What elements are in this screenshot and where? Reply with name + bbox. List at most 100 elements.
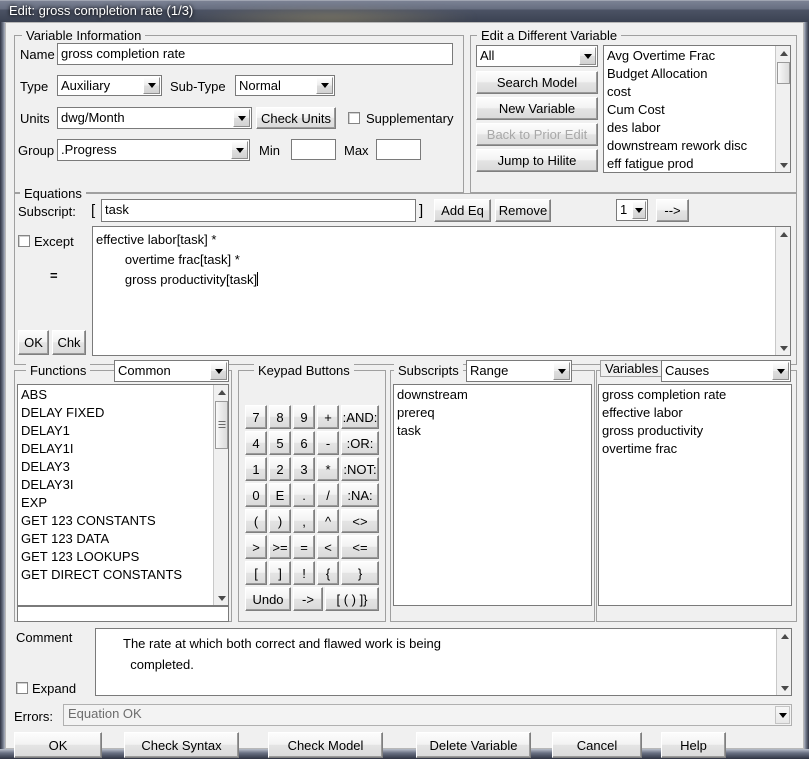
- keypad-key-divide[interactable]: /: [317, 483, 339, 507]
- keypad-key-8[interactable]: 8: [269, 405, 291, 429]
- list-item[interactable]: effective labor: [599, 404, 789, 422]
- jump-to-hilite-button[interactable]: Jump to Hilite: [476, 149, 598, 172]
- equation-index-combo[interactable]: 1: [616, 199, 648, 221]
- check-syntax-button[interactable]: Check Syntax: [124, 732, 239, 758]
- window-titlebar[interactable]: Edit: gross completion rate (1/3): [0, 0, 809, 22]
- name-input[interactable]: gross completion rate: [57, 43, 453, 65]
- units-combo[interactable]: dwg/Month: [57, 107, 252, 129]
- list-item[interactable]: DELAY FIXED: [18, 404, 212, 422]
- equation-ok-button[interactable]: OK: [18, 330, 49, 355]
- functions-scrollbar[interactable]: [213, 385, 228, 605]
- list-item[interactable]: DELAY1I: [18, 440, 212, 458]
- keypad-key-caret[interactable]: ^: [317, 509, 339, 533]
- keypad-key-3[interactable]: 3: [293, 457, 315, 481]
- variables-mode-combo[interactable]: Causes: [661, 360, 791, 382]
- keypad-key-minus[interactable]: -: [317, 431, 339, 455]
- comment-editor[interactable]: The rate at which both correct and flawe…: [95, 628, 792, 696]
- list-item[interactable]: DELAY3: [18, 458, 212, 476]
- list-item[interactable]: DELAY1: [18, 422, 212, 440]
- delete-variable-button[interactable]: Delete Variable: [416, 732, 531, 758]
- scroll-up-icon[interactable]: [777, 629, 792, 643]
- check-units-button[interactable]: Check Units: [256, 107, 336, 129]
- function-preview-input[interactable]: [17, 606, 229, 622]
- next-equation-button[interactable]: -->: [656, 199, 689, 222]
- except-checkbox[interactable]: [18, 235, 30, 247]
- keypad-key-period[interactable]: .: [293, 483, 315, 507]
- chevron-down-icon[interactable]: [632, 201, 646, 219]
- keypad-key-1[interactable]: 1: [245, 457, 267, 481]
- chevron-down-icon[interactable]: [772, 362, 789, 380]
- keypad-key-9[interactable]: 9: [293, 405, 315, 429]
- keypad-key-open-bracket[interactable]: [: [245, 561, 267, 585]
- scroll-down-icon[interactable]: [777, 681, 792, 695]
- subtype-combo[interactable]: Normal: [235, 75, 335, 96]
- chevron-down-icon[interactable]: [210, 362, 227, 380]
- keypad-key-e[interactable]: E: [269, 483, 291, 507]
- list-item[interactable]: Avg Overtime Frac: [604, 47, 774, 65]
- keypad-key-comma[interactable]: ,: [293, 509, 315, 533]
- scrollbar-thumb[interactable]: [215, 401, 228, 449]
- list-item[interactable]: ABS: [18, 386, 212, 404]
- keypad-key-close-bracket[interactable]: ]: [269, 561, 291, 585]
- keypad-key-5[interactable]: 5: [269, 431, 291, 455]
- keypad-key-exclamation[interactable]: !: [293, 561, 315, 585]
- scroll-down-icon[interactable]: [214, 591, 229, 605]
- keypad-key-less[interactable]: <: [317, 535, 339, 559]
- chevron-down-icon[interactable]: [233, 109, 250, 127]
- keypad-key-0[interactable]: 0: [245, 483, 267, 507]
- list-item[interactable]: prereq: [394, 404, 589, 422]
- variables-listbox[interactable]: gross completion rate effective labor gr…: [598, 384, 792, 606]
- type-combo[interactable]: Auxiliary: [57, 75, 162, 96]
- chevron-down-icon[interactable]: [553, 362, 570, 380]
- keypad-key-greater-equal[interactable]: >=: [269, 535, 291, 559]
- scroll-up-icon[interactable]: [776, 227, 791, 241]
- new-variable-button[interactable]: New Variable: [476, 97, 598, 120]
- list-item[interactable]: overtime frac: [599, 440, 789, 458]
- equation-chk-button[interactable]: Chk: [52, 330, 86, 355]
- list-item[interactable]: downstream rework disc: [604, 137, 774, 155]
- scrollbar-thumb[interactable]: [777, 62, 790, 84]
- keypad-key-greater[interactable]: >: [245, 535, 267, 559]
- add-eq-button[interactable]: Add Eq: [434, 199, 491, 222]
- min-input[interactable]: [291, 139, 336, 160]
- list-item[interactable]: des labor: [604, 119, 774, 137]
- equation-scrollbar[interactable]: [775, 227, 790, 355]
- keypad-key-not-equal[interactable]: <>: [341, 509, 379, 533]
- chevron-down-icon[interactable]: [775, 706, 790, 724]
- keypad-key-close-brace[interactable]: }: [341, 561, 379, 585]
- keypad-undo-button[interactable]: Undo: [245, 587, 291, 611]
- comment-scrollbar[interactable]: [776, 629, 791, 695]
- chevron-down-icon[interactable]: [231, 141, 248, 159]
- keypad-key-equal[interactable]: =: [293, 535, 315, 559]
- scroll-down-icon[interactable]: [776, 341, 791, 355]
- list-item[interactable]: Budget Allocation: [604, 65, 774, 83]
- chevron-down-icon[interactable]: [143, 77, 160, 94]
- keypad-key-na[interactable]: :NA:: [341, 483, 379, 507]
- keypad-key-multiply[interactable]: *: [317, 457, 339, 481]
- functions-listbox[interactable]: ABS DELAY FIXED DELAY1 DELAY1I DELAY3 DE…: [17, 384, 229, 606]
- keypad-key-plus[interactable]: +: [317, 405, 339, 429]
- list-item[interactable]: GET 123 LOOKUPS: [18, 548, 212, 566]
- cancel-button[interactable]: Cancel: [552, 732, 642, 758]
- chevron-down-icon[interactable]: [579, 47, 596, 65]
- list-item[interactable]: cost: [604, 83, 774, 101]
- keypad-key-not[interactable]: :NOT:: [341, 457, 379, 481]
- scroll-up-icon[interactable]: [776, 46, 791, 60]
- supplementary-checkbox[interactable]: [348, 112, 360, 124]
- keypad-arrow-button[interactable]: ->: [293, 587, 323, 611]
- list-item[interactable]: DELAY3I: [18, 476, 212, 494]
- list-item[interactable]: eff fatigue prod: [604, 155, 774, 173]
- subscripts-mode-combo[interactable]: Range: [466, 360, 572, 382]
- chevron-down-icon[interactable]: [316, 77, 333, 94]
- expand-checkbox[interactable]: [16, 682, 28, 694]
- keypad-key-less-equal[interactable]: <=: [341, 535, 379, 559]
- ok-button[interactable]: OK: [14, 732, 102, 758]
- keypad-key-open-brace[interactable]: {: [317, 561, 339, 585]
- keypad-key-or[interactable]: :OR:: [341, 431, 379, 455]
- subscript-input[interactable]: task: [101, 199, 416, 222]
- keypad-key-4[interactable]: 4: [245, 431, 267, 455]
- functions-category-combo[interactable]: Common: [114, 360, 229, 382]
- list-item[interactable]: GET 123 DATA: [18, 530, 212, 548]
- list-item[interactable]: downstream: [394, 386, 589, 404]
- check-model-button[interactable]: Check Model: [268, 732, 383, 758]
